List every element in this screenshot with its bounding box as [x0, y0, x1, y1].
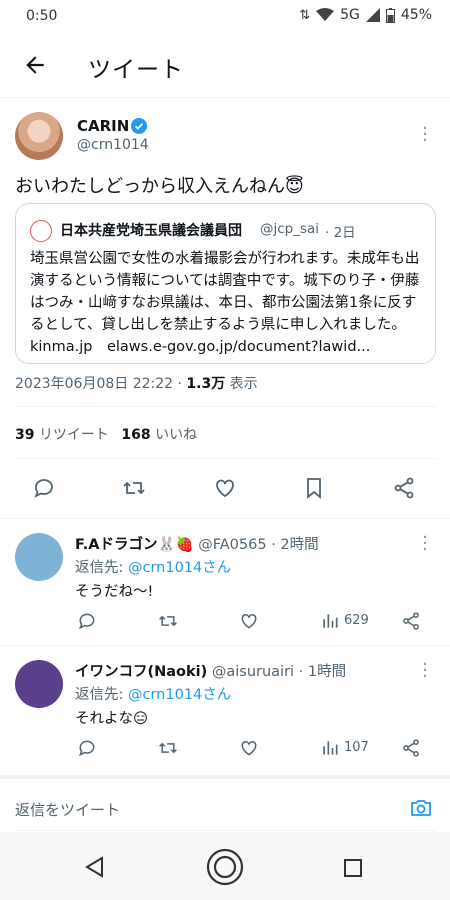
- divider: [15, 406, 436, 407]
- reply-icon[interactable]: [77, 738, 97, 758]
- reply-composer[interactable]: 返信をツイート: [0, 782, 450, 832]
- retweet-icon[interactable]: [158, 611, 178, 631]
- views-label: 表示: [225, 376, 258, 392]
- tweet-timestamp: 2023年06月08日 22:22 ·: [15, 376, 187, 392]
- retweets-count[interactable]: 39: [15, 427, 34, 443]
- author-name[interactable]: CARIN: [77, 117, 129, 135]
- reply-header: F.Aドラゴン🐰🍓 @FA0565 · 2時間: [75, 533, 319, 554]
- back-arrow-icon[interactable]: [22, 52, 48, 78]
- reply-text: そうだね〜!: [75, 584, 154, 600]
- views-icon[interactable]: [320, 611, 340, 631]
- tweet-text: おいわたしどっから収入えんねん😇: [15, 176, 304, 197]
- like-icon[interactable]: [213, 476, 237, 500]
- likes-count[interactable]: 168: [121, 427, 150, 443]
- status-bar: 0:50 ⇅ 5G 45%: [0, 0, 450, 32]
- back-nav-icon[interactable]: [84, 856, 104, 878]
- author-handle[interactable]: @crn1014: [77, 137, 149, 153]
- reply-to: 返信先: @crn1014さん: [75, 683, 231, 704]
- reply-author-handle[interactable]: @aisuruairi: [212, 664, 294, 680]
- reply-item[interactable]: イワンコフ(Naoki) @aisuruairi · 1時間 · · · 返信先: …: [0, 646, 450, 772]
- retweet-icon[interactable]: [158, 738, 178, 758]
- reply-views-count: 629: [344, 613, 369, 628]
- quoted-tweet[interactable]: 日本共産党埼玉県議会議員団 @jcp_sai · 2日 埼玉県営公園で女性の水着…: [15, 203, 436, 364]
- likes-label[interactable]: いいね: [155, 427, 197, 443]
- camera-icon[interactable]: [409, 796, 433, 820]
- reply-avatar[interactable]: [15, 533, 63, 581]
- like-icon[interactable]: [239, 611, 259, 631]
- divider: [0, 775, 450, 779]
- tweet-meta: 2023年06月08日 22:22 · 1.3万 表示: [15, 373, 258, 393]
- page-title: ツイート: [88, 57, 184, 83]
- status-time: 0:50: [26, 8, 58, 24]
- tweet-stats: 39 リツイート 168 いいね: [15, 424, 197, 444]
- reply-icon[interactable]: [77, 611, 97, 631]
- retweet-icon[interactable]: [122, 476, 146, 500]
- reply-to: 返信先: @crn1014さん: [75, 556, 231, 577]
- battery-level: 45%: [400, 7, 432, 23]
- reply-text: それよな😑: [75, 711, 149, 727]
- recents-nav-icon[interactable]: [344, 859, 362, 877]
- reply-author-name[interactable]: イワンコフ(Naoki): [75, 664, 207, 680]
- reply-to-link[interactable]: @crn1014さん: [128, 560, 231, 576]
- more-options-icon[interactable]: · · ·: [420, 529, 430, 559]
- quoted-avatar: [30, 220, 52, 242]
- page-header: ツイート: [0, 32, 450, 98]
- share-icon[interactable]: [401, 738, 421, 758]
- reply-views-count: 107: [344, 740, 369, 755]
- reply-to-label: 返信先:: [75, 687, 128, 703]
- battery-icon: [385, 7, 395, 23]
- author-avatar[interactable]: [15, 112, 63, 160]
- system-nav-bar: [0, 832, 450, 900]
- home-nav-icon[interactable]: [206, 848, 244, 886]
- reply-header: イワンコフ(Naoki) @aisuruairi · 1時間: [75, 660, 346, 681]
- reply-item[interactable]: F.Aドラゴン🐰🍓 @FA0565 · 2時間 · · · 返信先: @crn101…: [0, 519, 450, 645]
- reply-to-label: 返信先:: [75, 560, 128, 576]
- reply-author-name[interactable]: F.Aドラゴン🐰🍓: [75, 537, 194, 553]
- divider: [15, 830, 436, 831]
- share-icon[interactable]: [401, 611, 421, 631]
- reply-icon[interactable]: [32, 476, 56, 500]
- quoted-time: · 2日: [325, 225, 356, 241]
- reply-time: · 1時間: [298, 664, 347, 680]
- quoted-author-handle: @jcp_sai: [260, 221, 320, 237]
- reply-to-link[interactable]: @crn1014さん: [128, 687, 231, 703]
- retweets-label[interactable]: リツイート: [39, 427, 109, 443]
- views-icon[interactable]: [320, 738, 340, 758]
- quoted-author-name: 日本共産党埼玉県議会議員団: [60, 223, 242, 239]
- bookmark-icon[interactable]: [302, 476, 326, 500]
- status-icons: ⇅ 5G 45%: [299, 7, 432, 23]
- share-icon[interactable]: [392, 476, 416, 500]
- reply-author-handle[interactable]: @FA0565: [198, 537, 266, 553]
- dnd-icon: ⇅: [299, 7, 311, 23]
- more-options-icon[interactable]: · · ·: [420, 656, 430, 686]
- like-icon[interactable]: [239, 738, 259, 758]
- network-label: 5G: [340, 7, 360, 23]
- reply-time: · 2時間: [271, 537, 319, 553]
- wifi-icon: [316, 8, 335, 21]
- reply-avatar[interactable]: [15, 660, 63, 708]
- quoted-text: 埼玉県営公園で女性の水着撮影会が行われます。未成年も出演するという情報については…: [30, 251, 420, 355]
- verified-badge-icon: [131, 118, 147, 134]
- reply-input[interactable]: 返信をツイート: [15, 799, 120, 820]
- divider: [15, 458, 436, 459]
- signal-icon: [365, 8, 380, 22]
- more-options-icon[interactable]: · · ·: [420, 120, 430, 150]
- views-count: 1.3万: [186, 376, 226, 392]
